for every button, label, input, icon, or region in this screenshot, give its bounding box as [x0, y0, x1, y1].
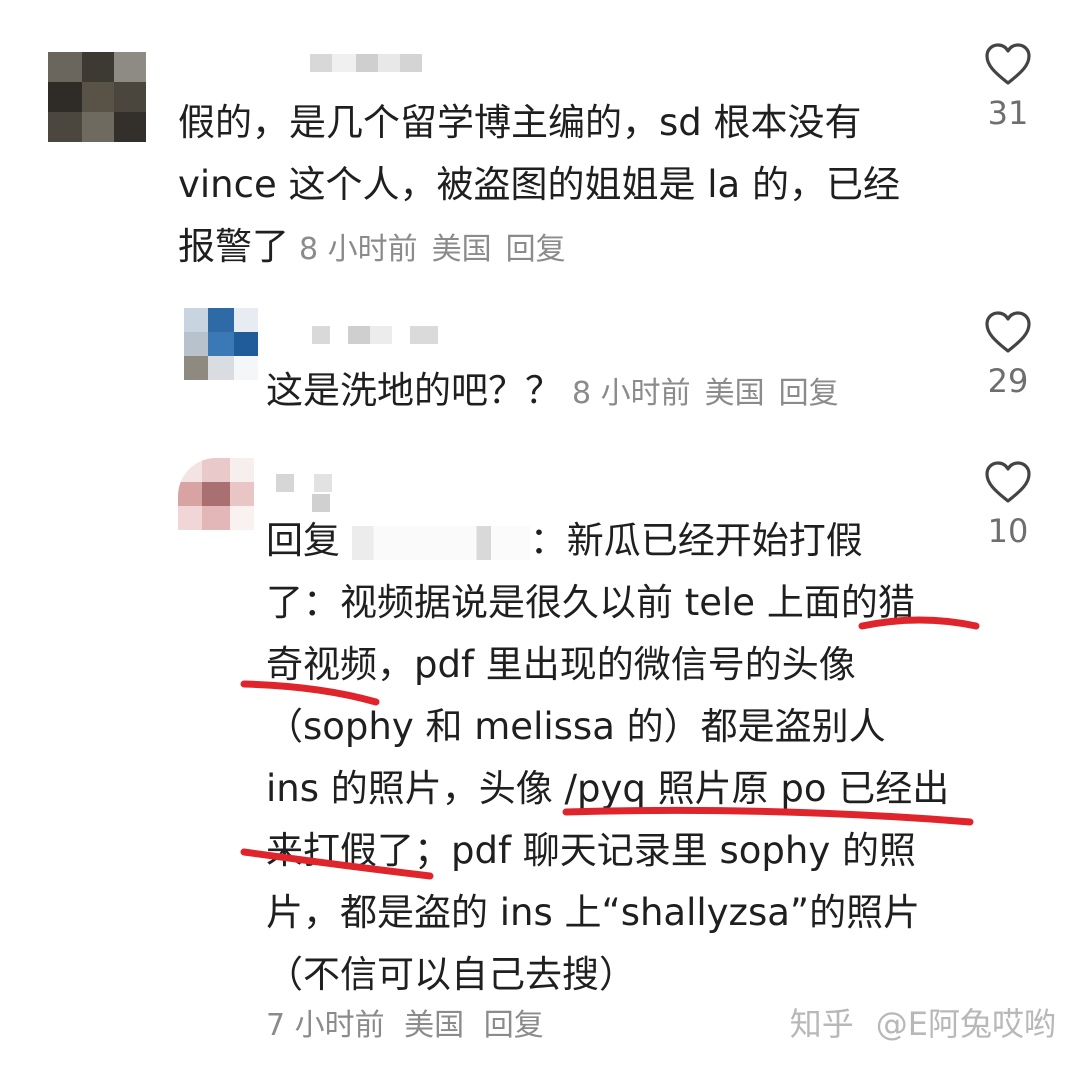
- mention-redaction: [351, 525, 530, 560]
- comment-line: 报警了: [178, 225, 289, 268]
- comment-line: 这是洗地的吧？？: [266, 369, 562, 412]
- username[interactable]: [276, 474, 332, 492]
- heart-icon: [985, 43, 1031, 85]
- reply-button[interactable]: 回复: [779, 376, 839, 411]
- comment-line: 片，都是盗的 ins 上“shallyzsa”的照片: [266, 891, 921, 934]
- comment-line: 假的，是几个留学博主编的，sd 根本没有: [178, 101, 862, 144]
- like-count: 10: [987, 512, 1029, 550]
- avatar[interactable]: [184, 308, 258, 380]
- comment-line: （sophy 和 melissa 的）都是盗别人: [266, 705, 886, 748]
- like-button[interactable]: 31: [968, 42, 1048, 132]
- comment-line: 奇视频，pdf 里出现的微信号的头像: [266, 643, 856, 686]
- reply-button[interactable]: 回复: [506, 232, 566, 267]
- comment-line: 了：视频据说是很久以前 tele 上面的猎: [266, 581, 915, 624]
- avatar[interactable]: [178, 458, 254, 530]
- like-count: 29: [987, 362, 1029, 400]
- reply-button[interactable]: 回复: [484, 1008, 544, 1043]
- watermark-handle: @E阿兔哎哟: [875, 1005, 1056, 1043]
- like-count: 31: [987, 94, 1029, 132]
- like-button[interactable]: 10: [968, 460, 1048, 550]
- username[interactable]: [312, 326, 438, 344]
- comment-line: 来打假了；pdf 聊天记录里 sophy 的照: [266, 829, 917, 872]
- location: 美国: [704, 376, 765, 411]
- location: 美国: [404, 1008, 465, 1043]
- heart-icon: [985, 461, 1031, 503]
- comment-line: vince 这个人，被盗图的姐姐是 la 的，已经: [178, 163, 900, 206]
- username[interactable]: [310, 54, 422, 72]
- timestamp: 8 小时前: [572, 376, 691, 411]
- reply-prefix: 回复: [266, 519, 340, 562]
- comment-text: 回复 ：新瓜已经开始打假 了：视频据说是很久以前 tele 上面的猎 奇视频，p…: [266, 510, 949, 1006]
- comment-line: ：新瓜已经开始打假: [529, 519, 863, 562]
- timestamp: 8 小时前: [299, 232, 418, 267]
- comment-text: 这是洗地的吧？？ 8 小时前 美国 回复: [266, 360, 853, 425]
- watermark: 知乎 @E阿兔哎哟: [768, 999, 1056, 1045]
- watermark-site: 知乎: [789, 1005, 854, 1043]
- comment-line: （不信可以自己去搜）: [266, 953, 636, 996]
- like-button[interactable]: 29: [968, 310, 1048, 400]
- timestamp: 7 小时前: [266, 1008, 385, 1043]
- heart-icon: [985, 311, 1031, 353]
- comment-meta: 7 小时前 美国 回复: [266, 1000, 544, 1044]
- location: 美国: [431, 232, 492, 267]
- comment-text: 假的，是几个留学博主编的，sd 根本没有 vince 这个人，被盗图的姐姐是 l…: [178, 92, 900, 281]
- avatar[interactable]: [48, 52, 146, 142]
- comment-line: ins 的照片，头像 /pyq 照片原 po 已经出: [266, 767, 950, 810]
